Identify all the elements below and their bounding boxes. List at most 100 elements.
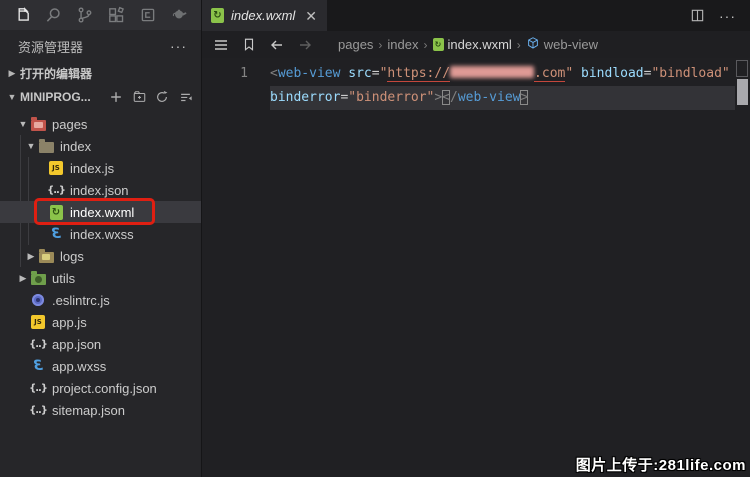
section-project[interactable]: ▼ MINIPROG... xyxy=(0,85,201,108)
chevron-down-icon: ▼ xyxy=(24,141,38,151)
tree-item-label: sitemap.json xyxy=(52,403,125,418)
source-control-icon[interactable] xyxy=(73,3,97,27)
tree-item-project-config-json[interactable]: {..} project.config.json xyxy=(0,377,201,399)
tree-item-label: index.json xyxy=(70,183,129,198)
tree-item-label: app.js xyxy=(52,315,87,330)
watermark: 图片上传于:281life.com xyxy=(576,454,746,475)
tree-item-index[interactable]: ▼ index xyxy=(0,135,201,157)
breadcrumb-label: pages xyxy=(338,37,373,52)
more-actions-icon[interactable]: ··· xyxy=(719,8,736,24)
breadcrumb-item-index[interactable]: index xyxy=(387,37,418,52)
code-token: web-view xyxy=(458,90,521,105)
tree-item-label: index xyxy=(60,139,91,154)
tree-item-index-wxss[interactable]: 3index.wxss xyxy=(0,223,201,245)
extensions-icon[interactable] xyxy=(104,3,128,27)
wxml-file-icon: ↻ xyxy=(433,38,444,51)
tree-item-label: index.wxml xyxy=(70,205,134,220)
chevron-right-icon: ▶ xyxy=(24,251,38,262)
tree-item--eslintrc-js[interactable]: .eslintrc.js xyxy=(0,289,201,311)
ellipsis-icon[interactable]: ··· xyxy=(170,38,187,54)
search-icon[interactable] xyxy=(41,3,65,27)
breadcrumb-separator-icon: › xyxy=(378,38,382,52)
refresh-icon[interactable] xyxy=(154,89,170,105)
new-folder-icon[interactable] xyxy=(131,89,147,105)
code-token: "bindload" xyxy=(651,66,729,81)
folder-icon xyxy=(38,138,54,154)
breadcrumb-item-pages[interactable]: pages xyxy=(338,37,373,52)
sidebar: 资源管理器 ··· ▶ 打开的编辑器 ▼ MINIPROG... ▼pages▼… xyxy=(0,0,202,477)
tree-item-label: app.wxss xyxy=(52,359,106,374)
collapse-all-icon[interactable] xyxy=(177,89,193,105)
new-file-icon[interactable] xyxy=(108,89,124,105)
chevron-down-icon: ▼ xyxy=(16,119,30,129)
tab-bar: ↻ index.wxml ✕ ··· xyxy=(202,0,750,31)
tree-item-label: utils xyxy=(52,271,75,286)
tree-item-label: logs xyxy=(60,249,84,264)
code-token: https:// xyxy=(387,66,450,82)
folder-icon xyxy=(30,116,46,132)
section-open-editors[interactable]: ▶ 打开的编辑器 xyxy=(0,62,201,85)
code-line: 1<web-view src="https://.com" bindload="… xyxy=(202,62,750,86)
code-token: bindload xyxy=(581,66,644,81)
tree-item-utils[interactable]: ▶utils xyxy=(0,267,201,289)
breadcrumb-label: web-view xyxy=(544,37,598,52)
js-file-icon: JS xyxy=(30,314,46,330)
window-icon[interactable] xyxy=(136,3,160,27)
tree-item-label: project.config.json xyxy=(52,381,157,396)
code-token: src xyxy=(348,66,371,81)
chevron-right-icon: ▶ xyxy=(4,68,20,79)
arrow-right-icon[interactable] xyxy=(296,36,314,54)
close-icon[interactable]: ✕ xyxy=(305,9,317,23)
code-editor[interactable]: 1<web-view src="https://.com" bindload="… xyxy=(202,58,750,477)
tree-item-label: .eslintrc.js xyxy=(52,293,110,308)
code-token: / xyxy=(450,90,458,105)
wxss-file-icon: 3 xyxy=(48,226,64,242)
bookmark-icon[interactable] xyxy=(240,36,258,54)
code-token: < xyxy=(442,90,450,105)
tree-item-app-wxss[interactable]: 3 app.wxss xyxy=(0,355,201,377)
editor-area: ↻ index.wxml ✕ ··· xyxy=(202,0,750,477)
tab-title: index.wxml xyxy=(231,8,295,23)
project-label: MINIPROG... xyxy=(20,90,108,104)
outline-list-icon[interactable] xyxy=(212,36,230,54)
teapot-icon[interactable] xyxy=(167,3,191,27)
tree-item-index-js[interactable]: JSindex.js xyxy=(0,157,201,179)
scrollbar-thumb[interactable] xyxy=(737,79,748,105)
open-editors-label: 打开的编辑器 xyxy=(20,65,193,82)
explorer-header: 资源管理器 ··· xyxy=(0,30,201,62)
tab-index-wxml[interactable]: ↻ index.wxml ✕ xyxy=(202,0,327,31)
json-file-icon: {..} xyxy=(30,380,46,396)
code-token xyxy=(573,66,581,81)
breadcrumb-item-web-view[interactable]: web-view xyxy=(526,36,598,53)
arrow-left-icon[interactable] xyxy=(268,36,286,54)
eslint-file-icon xyxy=(30,292,46,308)
line-number xyxy=(202,86,248,110)
breadcrumb: pages›index›↻index.wxml›web-view xyxy=(338,36,598,53)
tree-item-logs[interactable]: ▶ logs xyxy=(0,245,201,267)
code-token: binderror xyxy=(270,90,340,105)
breadcrumb-item-index-wxml[interactable]: ↻ index.wxml xyxy=(433,37,512,52)
tree-item-app-js[interactable]: JS app.js xyxy=(0,311,201,333)
tree-item-index-json[interactable]: {..}index.json xyxy=(0,179,201,201)
tree-item-pages[interactable]: ▼pages xyxy=(0,113,201,135)
tree-item-index-wxml[interactable]: ↻index.wxml xyxy=(0,201,201,223)
files-icon[interactable] xyxy=(10,3,34,27)
activity-bar xyxy=(0,0,201,30)
wxss-file-icon: 3 xyxy=(30,358,46,374)
app-window: 资源管理器 ··· ▶ 打开的编辑器 ▼ MINIPROG... ▼pages▼… xyxy=(0,0,750,477)
tree-item-app-json[interactable]: {..}app.json xyxy=(0,333,201,355)
json-file-icon: {..} xyxy=(30,336,46,352)
code-token: "binderror" xyxy=(348,90,434,105)
line-number: 1 xyxy=(202,62,248,86)
folder-icon xyxy=(38,248,54,264)
tree-item-sitemap-json[interactable]: {..} sitemap.json xyxy=(0,399,201,421)
symbol-cube-icon xyxy=(526,36,540,53)
file-tree: ▼pages▼indexJSindex.js{..}index.json↻ind… xyxy=(0,108,201,477)
json-file-icon: {..} xyxy=(30,402,46,418)
js-file-icon: JS xyxy=(48,160,64,176)
project-actions xyxy=(108,89,193,105)
breadcrumb-label: index xyxy=(387,37,418,52)
split-editor-icon[interactable] xyxy=(690,8,705,23)
breadcrumb-label: index.wxml xyxy=(448,37,512,52)
wxml-file-icon: ↻ xyxy=(211,8,224,23)
